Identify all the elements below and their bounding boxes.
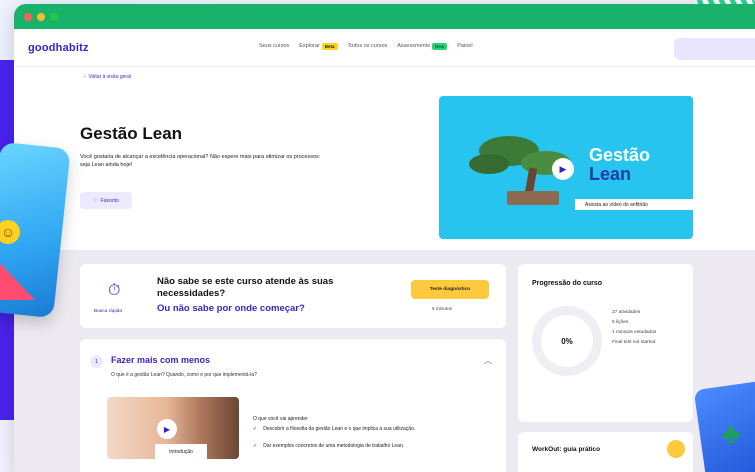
- course-description: Você gostaria de alcançar a excelência o…: [80, 154, 321, 168]
- workout-card[interactable]: WorkOut: guia prático: [518, 432, 693, 472]
- quick-question-link[interactable]: Ou não sabe por onde começar?: [157, 303, 305, 314]
- progress-percent: 0%: [561, 336, 573, 346]
- stage: goodhabitz Seus cursos Explorar Beta Todo…: [0, 0, 755, 472]
- favorite-label: Favorito: [100, 197, 119, 204]
- lesson-subtitle: O que é a gestão Lean? Quando, como e po…: [111, 372, 257, 378]
- favorite-button[interactable]: ♡ Favorito: [80, 192, 132, 209]
- learn-item-text: Dar exemplos concretos de uma metodologi…: [263, 443, 405, 449]
- minimize-dot-icon[interactable]: [37, 12, 45, 21]
- nav-label: Painel: [457, 43, 473, 49]
- nav-item-todos-os-cursos[interactable]: Todos os cursos: [348, 43, 388, 50]
- bonsai-pot: [507, 191, 559, 205]
- activities-count: 27 atividades: [612, 310, 641, 315]
- check-icon: ✓: [253, 426, 258, 432]
- quick-scan-card: ⏱ Busca rápida Não sabe se este curso at…: [80, 264, 506, 328]
- check-icon: ✓: [253, 443, 258, 449]
- progress-ring: 0%: [532, 306, 602, 376]
- back-link-label: Voltar à visão geral: [88, 74, 131, 80]
- learn-heading: O que você vai aprender: [253, 416, 308, 422]
- video-title: Gestão Lean: [589, 146, 650, 184]
- chevron-up-icon[interactable]: ︿: [484, 355, 492, 366]
- nav-item-seus-cursos[interactable]: Seus cursos: [259, 43, 289, 50]
- learn-item: ✓ Dar exemplos concretos de uma metodolo…: [253, 443, 473, 450]
- lesson-number: 1: [90, 355, 103, 368]
- course-progress-card: Progressão do curso 0% 27 atividades 5 l…: [518, 264, 693, 422]
- play-icon[interactable]: ▶: [157, 419, 177, 439]
- learn-item: ✓ Descobrir a filosofia da gestão Lean e…: [253, 426, 473, 433]
- nav-item-assessments[interactable]: Assessments New: [397, 43, 448, 50]
- learn-item-text: Descobrir a filosofia da gestão Lean e o…: [263, 426, 416, 432]
- profile-button[interactable]: [674, 38, 755, 60]
- nav-label: Seus cursos: [259, 43, 290, 49]
- bonsai-foliage: [469, 154, 509, 174]
- nav-links: Seus cursos Explorar Beta Todos os cursos…: [259, 43, 473, 50]
- new-badge: New: [431, 43, 448, 50]
- stopwatch-icon: ⏱: [108, 282, 121, 299]
- host-video[interactable]: ▶ Gestão Lean Assista ao vídeo do anfitr…: [439, 96, 693, 239]
- nav-item-explorar[interactable]: Explorar Beta: [299, 43, 338, 50]
- nav-label: Assessments: [397, 43, 430, 49]
- back-link[interactable]: ‹ Voltar à visão geral: [84, 74, 131, 80]
- video-caption: Assista ao vídeo do anfitrião: [575, 199, 693, 210]
- workout-icon: [667, 440, 685, 458]
- window-titlebar: [14, 4, 755, 29]
- browser-window: goodhabitz Seus cursos Explorar Beta Todo…: [14, 4, 755, 472]
- lessons-count: 5 lições: [612, 319, 629, 325]
- nav-item-painel[interactable]: Painel: [457, 43, 472, 50]
- progress-title: Progressão do curso: [532, 280, 603, 287]
- heart-icon: ♡: [93, 197, 98, 204]
- logo[interactable]: goodhabitz: [28, 42, 89, 54]
- minutes-studied: 1 minutos estudados: [612, 329, 657, 335]
- top-navigation: goodhabitz Seus cursos Explorar Beta Todo…: [14, 29, 755, 67]
- lesson-title[interactable]: Fazer mais com menos: [111, 355, 210, 365]
- video-title-line1: Gestão: [589, 145, 651, 165]
- progress-stats: 27 atividades 5 lições 1 minutos estudad…: [612, 310, 664, 350]
- thumbnail-label: Introdução: [155, 444, 207, 459]
- close-dot-icon[interactable]: [24, 12, 32, 21]
- play-icon[interactable]: ▶: [552, 158, 574, 180]
- diagnostic-test-button[interactable]: Teste diagnóstico: [411, 280, 489, 299]
- workout-title: WorkOut: guia prático: [532, 446, 601, 453]
- maximize-dot-icon[interactable]: [50, 12, 58, 21]
- nav-label: Todos os cursos: [347, 43, 388, 49]
- lesson-card: 1 Fazer mais com menos O que é a gestão …: [80, 339, 506, 472]
- quick-scan-label: Busca rápida: [94, 309, 122, 314]
- clover-icon: ♣: [722, 418, 741, 449]
- final-test-status: Final test not started: [612, 339, 656, 345]
- lesson-thumbnail[interactable]: ▶ Introdução: [107, 397, 239, 459]
- quick-question: Não sabe se este curso atende às suas ne…: [157, 276, 334, 299]
- video-title-line2: Lean: [589, 163, 632, 184]
- beta-badge: Beta: [321, 43, 338, 50]
- page-title: Gestão Lean: [80, 124, 183, 143]
- nav-label: Explorar: [299, 43, 320, 49]
- diagnostic-duration: 5 minutos: [432, 306, 452, 311]
